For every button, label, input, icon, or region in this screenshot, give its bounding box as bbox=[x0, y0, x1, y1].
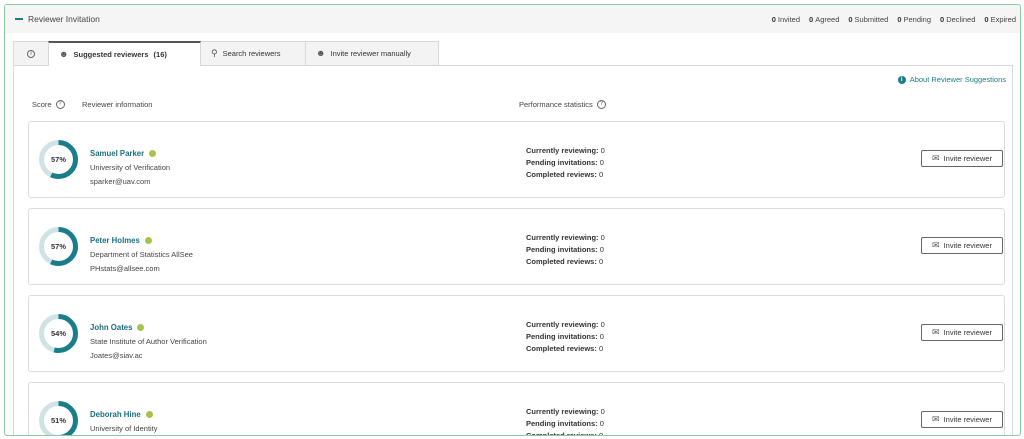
tab-suggested-label: Suggested reviewers bbox=[73, 50, 149, 59]
reviewer-card: 51% Deborah Hine University of Identity … bbox=[28, 382, 1005, 436]
about-suggestions-label: About Reviewer Suggestions bbox=[909, 75, 1006, 84]
reviewer-name-link[interactable]: Samuel Parker bbox=[90, 149, 157, 158]
stat-submitted: 0 Submitted bbox=[848, 15, 889, 24]
performance-stats: Currently reviewing: 0 Pending invitatio… bbox=[526, 145, 605, 181]
invite-button-label: Invite reviewer bbox=[943, 154, 992, 163]
stat-completed-reviews: Completed reviews: 0 bbox=[526, 170, 604, 179]
tab-search-label: Search reviewers bbox=[222, 49, 281, 58]
reviewer-info-header-label: Reviewer information bbox=[82, 100, 153, 109]
stat-agreed: 0 Agreed bbox=[809, 15, 840, 24]
panel-title: Reviewer Invitation bbox=[28, 14, 100, 24]
envelope-edit-icon: ✉ bbox=[932, 153, 940, 163]
invite-button-label: Invite reviewer bbox=[943, 241, 992, 250]
invite-reviewer-button[interactable]: ✉ Invite reviewer bbox=[921, 237, 1003, 254]
reviewer-name-link[interactable]: John Oates bbox=[90, 323, 145, 332]
invite-reviewer-button[interactable]: ✉ Invite reviewer bbox=[921, 150, 1003, 167]
verified-icon bbox=[144, 237, 152, 244]
performance-stats: Currently reviewing: 0 Pending invitatio… bbox=[526, 406, 605, 436]
stat-completed-reviews: Completed reviews: 0 bbox=[526, 257, 604, 266]
stat-pending-invitations: Pending invitations: 0 bbox=[526, 245, 604, 254]
suggested-reviewers-panel: i About Reviewer Suggestions Score ? Rev… bbox=[13, 65, 1013, 436]
tab-suggested-count: (16) bbox=[153, 50, 167, 59]
score-value: 51% bbox=[50, 416, 66, 425]
column-header-performance: Performance statistics ? bbox=[519, 100, 606, 109]
search-icon: ⚲ bbox=[211, 48, 218, 58]
verified-icon bbox=[145, 411, 153, 418]
score-value: 54% bbox=[50, 329, 66, 338]
reviewer-email: sparker@uav.com bbox=[90, 177, 151, 186]
verified-icon bbox=[137, 324, 145, 331]
stat-currently-reviewing: Currently reviewing: 0 bbox=[526, 407, 605, 416]
reviewer-name: John Oates bbox=[90, 323, 133, 332]
stat-currently-reviewing: Currently reviewing: 0 bbox=[526, 233, 605, 242]
score-value: 57% bbox=[50, 155, 66, 164]
tab-search-reviewers[interactable]: ⚲ Search reviewers bbox=[200, 41, 306, 65]
tab-suggested-reviewers[interactable]: ☻ Suggested reviewers (16) bbox=[48, 41, 201, 66]
reviewer-name: Peter Holmes bbox=[90, 236, 140, 245]
stat-completed-reviews: Completed reviews: 0 bbox=[526, 344, 604, 353]
stat-pending-invitations: Pending invitations: 0 bbox=[526, 332, 604, 341]
invite-reviewer-button[interactable]: ✉ Invite reviewer bbox=[921, 411, 1003, 428]
score-value: 57% bbox=[50, 242, 66, 251]
help-icon[interactable]: ? bbox=[596, 100, 606, 109]
invite-button-label: Invite reviewer bbox=[943, 328, 992, 337]
help-icon[interactable]: ? bbox=[55, 100, 65, 109]
stat-pending-invitations: Pending invitations: 0 bbox=[526, 158, 604, 167]
reviewer-card: 54% John Oates State Institute of Author… bbox=[28, 295, 1005, 372]
panel-header: Reviewer Invitation 0 Invited 0 Agreed 0 Su… bbox=[5, 5, 1020, 33]
performance-stats: Currently reviewing: 0 Pending invitatio… bbox=[526, 232, 605, 268]
add-person-icon: ☻ bbox=[316, 48, 326, 58]
reviewer-card: 57% Samuel Parker University of Verifica… bbox=[28, 121, 1005, 198]
stat-expired: 0 Expired bbox=[984, 15, 1016, 24]
person-icon: ☻ bbox=[59, 49, 69, 59]
reviewer-institution: University of Verification bbox=[90, 163, 171, 172]
reviewer-institution: Department of Statistics AllSee bbox=[90, 250, 193, 259]
invite-reviewer-button[interactable]: ✉ Invite reviewer bbox=[921, 324, 1003, 341]
stat-invited: 0 Invited bbox=[771, 15, 801, 24]
envelope-edit-icon: ✉ bbox=[932, 414, 940, 424]
tab-bar: i ☻ Suggested reviewers (16) ⚲ Search re… bbox=[13, 41, 439, 66]
collapse-icon[interactable] bbox=[15, 14, 24, 23]
invitation-stats: 0 Invited 0 Agreed 0 Submitted 0 Pending 0 De… bbox=[772, 15, 1016, 24]
stat-currently-reviewing: Currently reviewing: 0 bbox=[526, 320, 605, 329]
verified-icon bbox=[149, 150, 157, 157]
stat-pending-invitations: Pending invitations: 0 bbox=[526, 419, 604, 428]
performance-stats: Currently reviewing: 0 Pending invitatio… bbox=[526, 319, 605, 355]
tab-info[interactable]: i bbox=[13, 41, 49, 65]
main-content: i ☻ Suggested reviewers (16) ⚲ Search re… bbox=[13, 41, 1013, 436]
reviewer-card: 57% Peter Holmes Department of Statistic… bbox=[28, 208, 1005, 285]
score-header-label: Score bbox=[32, 100, 52, 109]
column-header-score: Score ? bbox=[32, 100, 65, 109]
info-icon: i bbox=[27, 49, 35, 58]
reviewer-institution: University of Identity bbox=[90, 424, 158, 433]
stat-completed-reviews: Completed reviews: 0 bbox=[526, 431, 604, 436]
reviewer-name-link[interactable]: Deborah Hine bbox=[90, 410, 153, 419]
reviewer-invitation-panel: Reviewer Invitation 0 Invited 0 Agreed 0 Su… bbox=[4, 4, 1021, 436]
column-header-reviewer-info: Reviewer information bbox=[82, 100, 152, 109]
invite-button-label: Invite reviewer bbox=[943, 415, 992, 424]
reviewer-email: Joates@siav.ac bbox=[90, 351, 143, 360]
stat-currently-reviewing: Currently reviewing: 0 bbox=[526, 146, 605, 155]
envelope-edit-icon: ✉ bbox=[932, 327, 940, 337]
reviewer-name: Samuel Parker bbox=[90, 149, 145, 158]
stat-pending: 0 Pending bbox=[897, 15, 932, 24]
info-icon: i bbox=[897, 75, 906, 84]
stat-declined: 0 Declined bbox=[940, 15, 976, 24]
performance-header-label: Performance statistics bbox=[519, 100, 593, 109]
reviewer-name-link[interactable]: Peter Holmes bbox=[90, 236, 152, 245]
envelope-edit-icon: ✉ bbox=[932, 240, 940, 250]
reviewer-institution: State Institute of Author Verification bbox=[90, 337, 207, 346]
about-suggestions-link[interactable]: i About Reviewer Suggestions bbox=[897, 75, 1006, 84]
tab-invite-label: Invite reviewer manually bbox=[330, 49, 411, 58]
reviewer-name: Deborah Hine bbox=[90, 410, 141, 419]
tab-invite-manually[interactable]: ☻ Invite reviewer manually bbox=[305, 41, 439, 65]
reviewer-email: PHstats@allsee.com bbox=[90, 264, 160, 273]
